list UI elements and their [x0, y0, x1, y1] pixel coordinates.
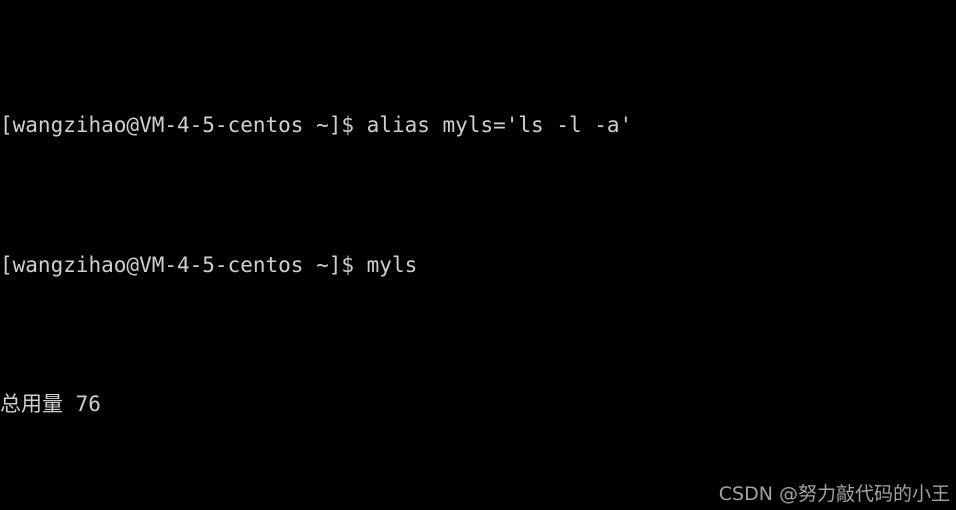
total-size-line: 总用量 76	[0, 391, 101, 416]
command-text-myls: myls	[366, 252, 418, 277]
command-line-2: [wangzihao@VM-4-5-centos ~]$ myls	[0, 248, 956, 283]
terminal-window[interactable]: [wangzihao@VM-4-5-centos ~]$ alias myls=…	[0, 0, 956, 510]
shell-prompt-1: [wangzihao@VM-4-5-centos ~]$	[0, 113, 367, 138]
command-line-1: [wangzihao@VM-4-5-centos ~]$ alias myls=…	[0, 108, 956, 143]
terminal-screen[interactable]: [wangzihao@VM-4-5-centos ~]$ alias myls=…	[0, 0, 956, 510]
command-text-alias: alias myls='ls -l -a'	[366, 113, 633, 138]
shell-prompt-2: [wangzihao@VM-4-5-centos ~]$	[0, 252, 367, 277]
